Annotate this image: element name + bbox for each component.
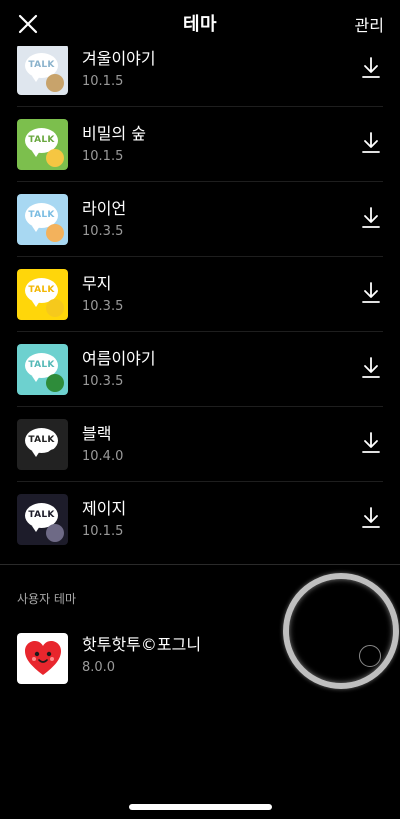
- top-bar: 테마 관리: [0, 0, 400, 46]
- theme-thumbnail: TALK: [17, 118, 68, 170]
- download-icon[interactable]: [361, 431, 381, 455]
- theme-version: 10.4.0: [82, 449, 124, 464]
- download-icon[interactable]: [361, 506, 381, 530]
- theme-version: 10.3.5: [82, 224, 124, 239]
- theme-version: 10.3.5: [82, 299, 124, 314]
- theme-item[interactable]: TALK 여름이야기 10.3.5: [17, 332, 383, 407]
- character-icon: [46, 298, 64, 317]
- manage-button[interactable]: 관리: [355, 12, 384, 36]
- theme-item[interactable]: TALK 블랙 10.4.0: [17, 407, 383, 482]
- theme-name: 여름이야기: [82, 349, 156, 368]
- touch-indicator: [283, 573, 399, 689]
- character-icon: [46, 373, 64, 392]
- character-icon: [46, 523, 64, 542]
- download-icon[interactable]: [361, 206, 381, 230]
- user-theme-name: 핫투핫투©포그니: [82, 635, 202, 654]
- theme-list: TALK 겨울이야기 10.1.5 TALK 비밀의 숲 10.1.5 TALK 라이언 10.…: [0, 32, 400, 556]
- close-icon[interactable]: [16, 12, 40, 36]
- theme-item[interactable]: TALK 무지 10.3.5: [17, 257, 383, 332]
- theme-name: 겨울이야기: [82, 49, 156, 68]
- download-icon[interactable]: [361, 56, 381, 80]
- theme-item[interactable]: TALK 비밀의 숲 10.1.5: [17, 107, 383, 182]
- theme-name: 제이지: [82, 499, 127, 518]
- theme-version: 10.1.5: [82, 524, 124, 539]
- page-title: 테마: [182, 14, 218, 35]
- theme-thumbnail: TALK: [17, 43, 68, 95]
- theme-name: 무지: [82, 274, 112, 293]
- theme-name: 라이언: [82, 199, 127, 218]
- download-icon[interactable]: [361, 281, 381, 305]
- section-divider: [0, 564, 400, 565]
- theme-version: 10.3.5: [82, 374, 124, 389]
- character-icon: [46, 223, 64, 242]
- theme-thumbnail: TALK: [17, 343, 68, 395]
- download-icon[interactable]: [361, 356, 381, 380]
- user-theme-radio[interactable]: [359, 645, 381, 667]
- download-icon[interactable]: [361, 131, 381, 155]
- theme-version: 10.1.5: [82, 149, 124, 164]
- character-icon: [46, 148, 64, 167]
- theme-thumbnail: TALK: [17, 418, 68, 470]
- character-icon: [46, 448, 64, 467]
- theme-name: 비밀의 숲: [82, 124, 146, 143]
- theme-thumbnail: TALK: [17, 493, 68, 545]
- heart-character-icon: [24, 641, 61, 675]
- theme-thumbnail: TALK: [17, 193, 68, 245]
- theme-thumbnail: TALK: [17, 268, 68, 320]
- theme-name: 블랙: [82, 424, 112, 443]
- home-indicator[interactable]: [129, 804, 272, 810]
- character-icon: [46, 73, 64, 92]
- theme-item[interactable]: TALK 제이지 10.1.5: [17, 482, 383, 556]
- theme-version: 10.1.5: [82, 74, 124, 89]
- user-theme-version: 8.0.0: [82, 660, 116, 675]
- heart-theme-thumbnail: [17, 632, 68, 684]
- user-theme-section-title: 사용자 테마: [17, 592, 77, 606]
- theme-item[interactable]: TALK 라이언 10.3.5: [17, 182, 383, 257]
